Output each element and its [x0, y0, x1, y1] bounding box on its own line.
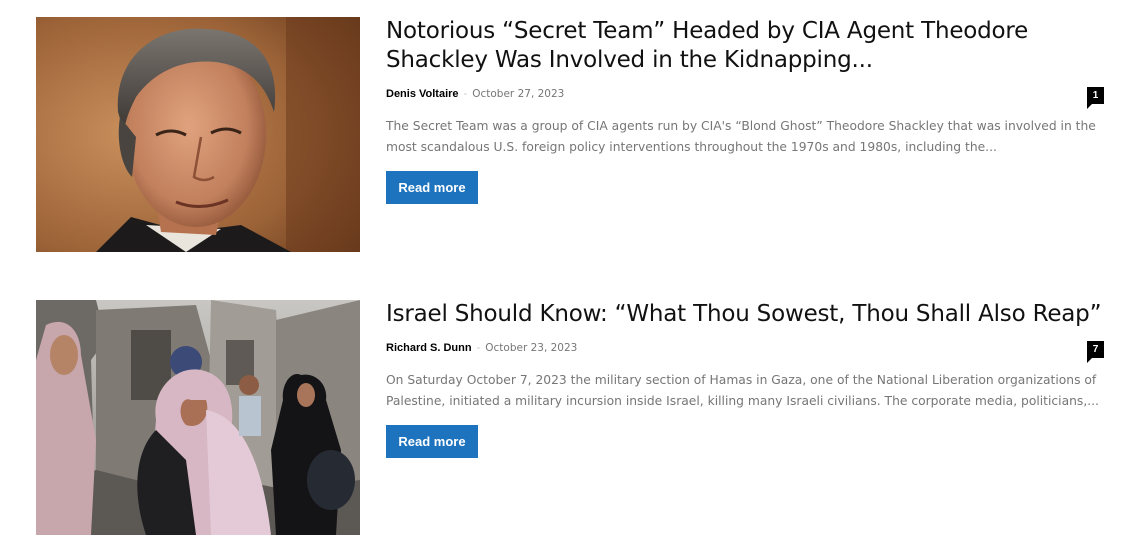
article-card: Notorious “Secret Team” Headed by CIA Ag…	[36, 17, 1106, 252]
article-thumbnail[interactable]	[36, 300, 360, 535]
comment-count-badge[interactable]: 1	[1087, 87, 1104, 109]
author-name[interactable]: Richard S. Dunn	[386, 342, 472, 354]
portrait-image	[36, 17, 360, 252]
article-thumbnail[interactable]	[36, 17, 360, 252]
article-meta: Denis Voltaire - October 27, 2023 1	[386, 86, 1104, 109]
author-name[interactable]: Denis Voltaire	[386, 88, 459, 100]
meta-separator: -	[463, 88, 468, 100]
article-meta: Richard S. Dunn - October 23, 2023 7	[386, 340, 1104, 363]
article-content: Notorious “Secret Team” Headed by CIA Ag…	[386, 17, 1104, 204]
publish-date: October 23, 2023	[485, 342, 578, 354]
meta-separator: -	[476, 342, 481, 354]
article-content: Israel Should Know: “What Thou Sowest, T…	[386, 300, 1104, 458]
comment-count-badge[interactable]: 7	[1087, 341, 1104, 363]
article-card: Israel Should Know: “What Thou Sowest, T…	[36, 300, 1106, 535]
article-excerpt: The Secret Team was a group of CIA agent…	[386, 119, 1096, 154]
article-title[interactable]: Israel Should Know: “What Thou Sowest, T…	[386, 300, 1104, 329]
article-title[interactable]: Notorious “Secret Team” Headed by CIA Ag…	[386, 17, 1104, 75]
publish-date: October 27, 2023	[472, 88, 565, 100]
read-more-button[interactable]: Read more	[386, 425, 478, 458]
read-more-button[interactable]: Read more	[386, 171, 478, 204]
article-excerpt: On Saturday October 7, 2023 the military…	[386, 373, 1099, 408]
street-scene-image	[36, 300, 360, 535]
